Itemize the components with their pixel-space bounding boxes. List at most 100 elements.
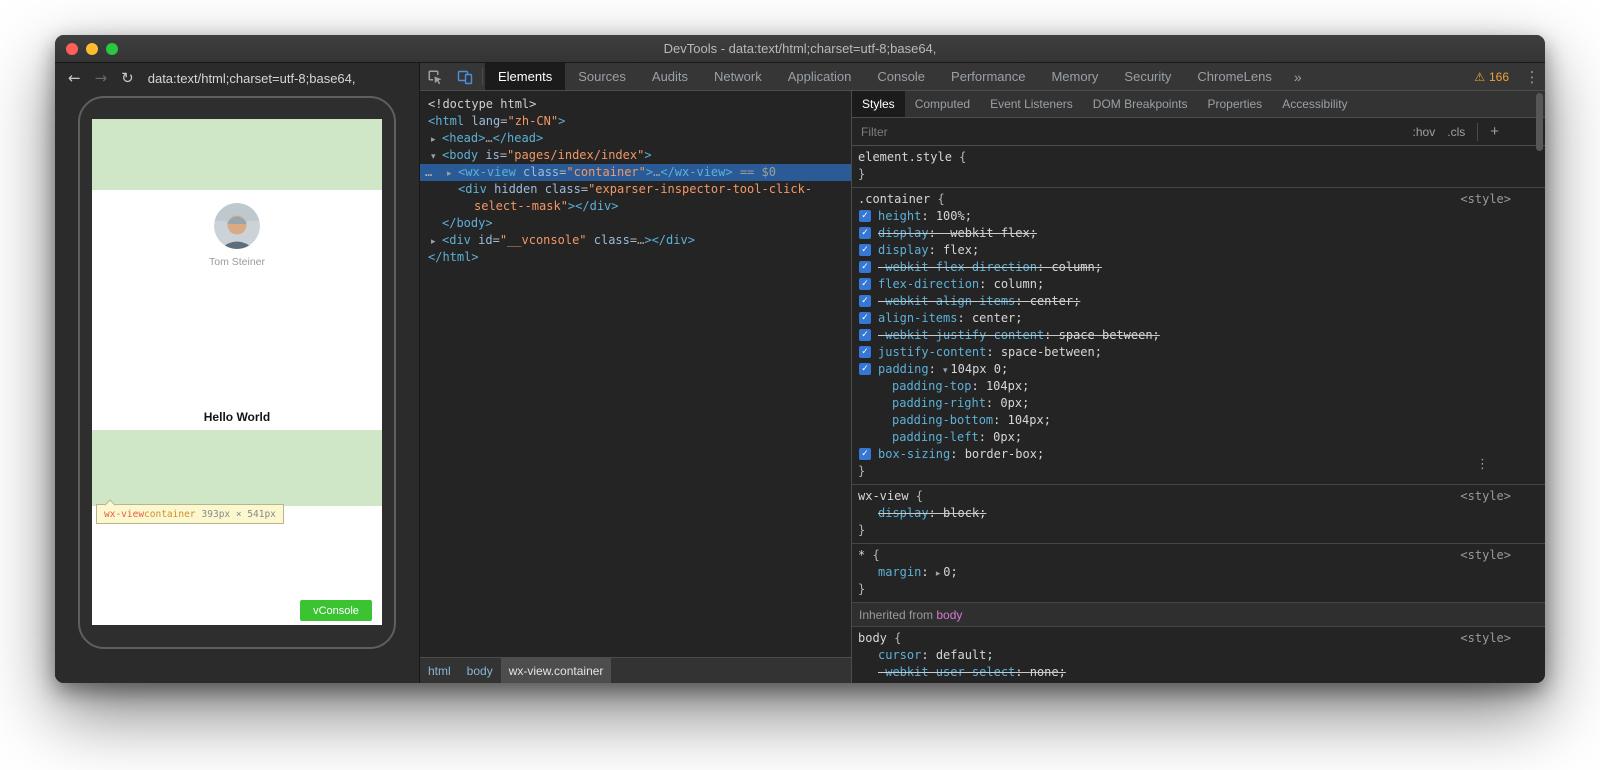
new-style-rule-button[interactable]: + xyxy=(1477,123,1499,141)
css-selector[interactable]: wx-view xyxy=(858,489,909,503)
styles-tab-properties[interactable]: Properties xyxy=(1197,91,1272,117)
pseudo-state-toggle[interactable]: :hov xyxy=(1413,125,1436,139)
css-semicolon: ; xyxy=(1073,294,1080,308)
code-token: </wx-view> xyxy=(660,165,732,179)
css-property-checkbox[interactable]: ✓ xyxy=(859,448,871,460)
devtools-tab-performance[interactable]: Performance xyxy=(938,63,1038,90)
css-property[interactable]: ✓display: flex; xyxy=(852,242,1545,259)
stylesheet-link[interactable]: <style> xyxy=(1460,488,1511,505)
css-semicolon: ; xyxy=(950,565,957,579)
scrollbar-thumb[interactable] xyxy=(1536,93,1543,151)
reload-button[interactable]: ↻ xyxy=(121,71,134,86)
styles-tab-accessibility[interactable]: Accessibility xyxy=(1272,91,1357,117)
devtools-tab-audits[interactable]: Audits xyxy=(639,63,701,90)
css-property-name: padding-bottom xyxy=(892,413,993,427)
css-property-checkbox[interactable]: ✓ xyxy=(859,244,871,256)
css-property[interactable]: cursor: default; xyxy=(852,647,1545,664)
dom-tree-node[interactable]: ▾<body is="pages/index/index"> xyxy=(420,147,851,164)
css-property-checkbox[interactable]: ✓ xyxy=(859,210,871,222)
css-property-checkbox[interactable]: ✓ xyxy=(859,295,871,307)
css-property[interactable]: display: block; xyxy=(852,505,1545,522)
inspect-element-button[interactable] xyxy=(420,63,450,90)
dom-tree-node[interactable]: </body> xyxy=(420,215,851,232)
devtools-tab-chromelens[interactable]: ChromeLens xyxy=(1184,63,1284,90)
css-property[interactable]: user-select: none; xyxy=(852,681,1545,683)
css-colon: : xyxy=(929,226,943,240)
css-property[interactable]: ✓display: -webkit-flex; xyxy=(852,225,1545,242)
stylesheet-link[interactable]: <style> xyxy=(1460,630,1511,647)
dom-tree-node[interactable]: ▸<head>…</head> xyxy=(420,130,851,147)
devtools-tab-sources[interactable]: Sources xyxy=(565,63,639,90)
inherited-from-label: Inherited from xyxy=(859,608,936,622)
devtools-tab-application[interactable]: Application xyxy=(775,63,865,90)
more-tabs-button[interactable]: » xyxy=(1285,63,1311,90)
styles-tab-styles[interactable]: Styles xyxy=(852,91,905,117)
css-property-checkbox[interactable]: ✓ xyxy=(859,261,871,273)
css-property-checkbox[interactable]: ✓ xyxy=(859,363,871,375)
css-property[interactable]: ✓-webkit-justify-content: space-between; xyxy=(852,327,1545,344)
close-button[interactable] xyxy=(66,43,78,55)
node-overflow-icon[interactable]: … xyxy=(425,164,432,181)
address-bar[interactable]: data:text/html;charset=utf-8;base64, xyxy=(148,71,356,86)
css-property[interactable]: padding-bottom: 104px; xyxy=(852,412,1545,429)
device-toolbar-button[interactable] xyxy=(450,63,480,90)
code-token: class xyxy=(587,233,630,247)
code-token: <div xyxy=(458,182,487,196)
forward-button[interactable]: → xyxy=(95,71,108,86)
css-property[interactable]: padding-right: 0px; xyxy=(852,395,1545,412)
dom-tree-node[interactable]: </html> xyxy=(420,249,851,266)
css-property[interactable]: padding-left: 0px; xyxy=(852,429,1545,446)
styles-filter-input[interactable] xyxy=(861,125,1401,139)
css-property-checkbox[interactable]: ✓ xyxy=(859,346,871,358)
css-selector[interactable]: body xyxy=(858,631,887,645)
css-property[interactable]: ✓-webkit-flex-direction: column; xyxy=(852,259,1545,276)
css-property-checkbox[interactable]: ✓ xyxy=(859,278,871,290)
styles-scrollbar[interactable] xyxy=(1535,91,1544,681)
breadcrumb-item[interactable]: wx-view.container xyxy=(501,658,612,683)
devtools-tab-network[interactable]: Network xyxy=(701,63,775,90)
css-property[interactable]: ✓padding: ▾ 104px 0; xyxy=(852,361,1545,378)
devtools-tab-console[interactable]: Console xyxy=(864,63,938,90)
css-property[interactable]: -webkit-user-select: none; xyxy=(852,664,1545,681)
breadcrumb-item[interactable]: html xyxy=(420,658,459,683)
css-selector[interactable]: .container xyxy=(858,192,930,206)
zoom-button[interactable] xyxy=(106,43,118,55)
dom-tree-node[interactable]: <div hidden class="exparser-inspector-to… xyxy=(420,181,851,198)
dom-tree-node[interactable]: …▸<wx-view class="container">…</wx-view>… xyxy=(420,164,851,181)
css-property-checkbox[interactable]: ✓ xyxy=(859,227,871,239)
css-property[interactable]: ✓box-sizing: border-box; xyxy=(852,446,1545,463)
css-selector[interactable]: element.style xyxy=(858,150,952,164)
devtools-menu-button[interactable]: ⋮ xyxy=(1519,63,1545,90)
back-button[interactable]: ← xyxy=(68,71,81,86)
dom-tree-node[interactable]: <!doctype html> xyxy=(420,96,851,113)
stylesheet-link[interactable]: <style> xyxy=(1460,547,1511,564)
inherited-selector-link[interactable]: body xyxy=(936,608,962,622)
css-property[interactable]: ✓-webkit-align-items: center; xyxy=(852,293,1545,310)
stylesheet-link[interactable]: <style> xyxy=(1460,191,1511,208)
class-toggle[interactable]: .cls xyxy=(1447,125,1465,139)
devtools-tab-security[interactable]: Security xyxy=(1111,63,1184,90)
minimize-button[interactable] xyxy=(86,43,98,55)
styles-tab-dom-breakpoints[interactable]: DOM Breakpoints xyxy=(1083,91,1198,117)
css-property[interactable]: ✓flex-direction: column; xyxy=(852,276,1545,293)
dom-tree-node[interactable]: select--mask"></div> xyxy=(420,198,851,215)
vconsole-button[interactable]: vConsole xyxy=(300,600,372,621)
css-property[interactable]: ✓align-items: center; xyxy=(852,310,1545,327)
devtools-tab-memory[interactable]: Memory xyxy=(1038,63,1111,90)
css-property[interactable]: ✓height: 100%; xyxy=(852,208,1545,225)
css-declaration: padding-right: 0px; xyxy=(892,396,1029,410)
css-property-checkbox[interactable]: ✓ xyxy=(859,312,871,324)
css-property-checkbox[interactable]: ✓ xyxy=(859,329,871,341)
css-property[interactable]: padding-top: 104px; xyxy=(852,378,1545,395)
breadcrumb-item[interactable]: body xyxy=(459,658,501,683)
css-property[interactable]: margin: ▸ 0; xyxy=(852,564,1545,581)
rule-overflow-menu-icon[interactable]: ⋮ xyxy=(1476,457,1489,472)
devtools-tab-elements[interactable]: Elements xyxy=(485,63,565,90)
console-warning-badge[interactable]: ⚠ 166 xyxy=(1464,63,1519,90)
css-property[interactable]: ✓justify-content: space-between; xyxy=(852,344,1545,361)
dom-tree-node[interactable]: <html lang="zh-CN"> xyxy=(420,113,851,130)
styles-tab-computed[interactable]: Computed xyxy=(905,91,980,117)
dom-tree-node[interactable]: ▸<div id="__vconsole" class=…></div> xyxy=(420,232,851,249)
css-semicolon: ; xyxy=(1153,328,1160,342)
styles-tab-event-listeners[interactable]: Event Listeners xyxy=(980,91,1083,117)
